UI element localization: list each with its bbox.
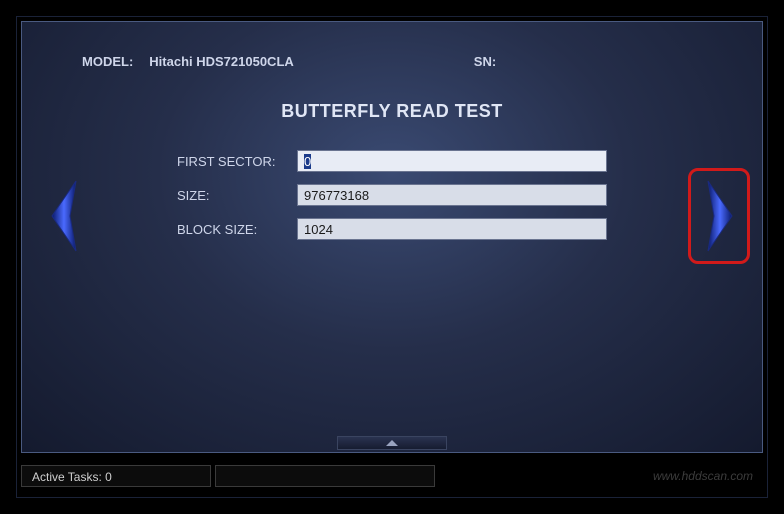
sn-label: SN:	[474, 54, 496, 69]
size-label: SIZE:	[177, 188, 297, 203]
chevron-left-icon	[52, 181, 76, 251]
device-info-row: MODEL: Hitachi HDS721050CLA SN:	[22, 22, 762, 69]
expand-handle[interactable]	[337, 436, 447, 450]
block-size-input[interactable]	[297, 218, 607, 240]
size-input[interactable]	[297, 184, 607, 206]
triangle-up-icon	[386, 440, 398, 446]
test-config-panel: MODEL: Hitachi HDS721050CLA SN: BUTTERFL…	[21, 21, 763, 453]
block-size-label: BLOCK SIZE:	[177, 222, 297, 237]
prev-arrow-button[interactable]	[42, 177, 84, 255]
active-tasks-cell: Active Tasks: 0	[21, 465, 211, 487]
test-title: BUTTERFLY READ TEST	[22, 101, 762, 122]
next-arrow-button[interactable]	[700, 177, 742, 255]
status-cell-empty	[215, 465, 435, 487]
status-bar: Active Tasks: 0 www.hddscan.com	[21, 459, 763, 493]
test-params-form: FIRST SECTOR: SIZE: BLOCK SIZE:	[177, 150, 607, 240]
first-sector-label: FIRST SECTOR:	[177, 154, 297, 169]
chevron-right-icon	[708, 181, 732, 251]
model-value: Hitachi HDS721050CLA	[149, 54, 294, 69]
model-label: MODEL:	[82, 54, 133, 69]
watermark-text: www.hddscan.com	[653, 469, 753, 483]
first-sector-input[interactable]	[297, 150, 607, 172]
